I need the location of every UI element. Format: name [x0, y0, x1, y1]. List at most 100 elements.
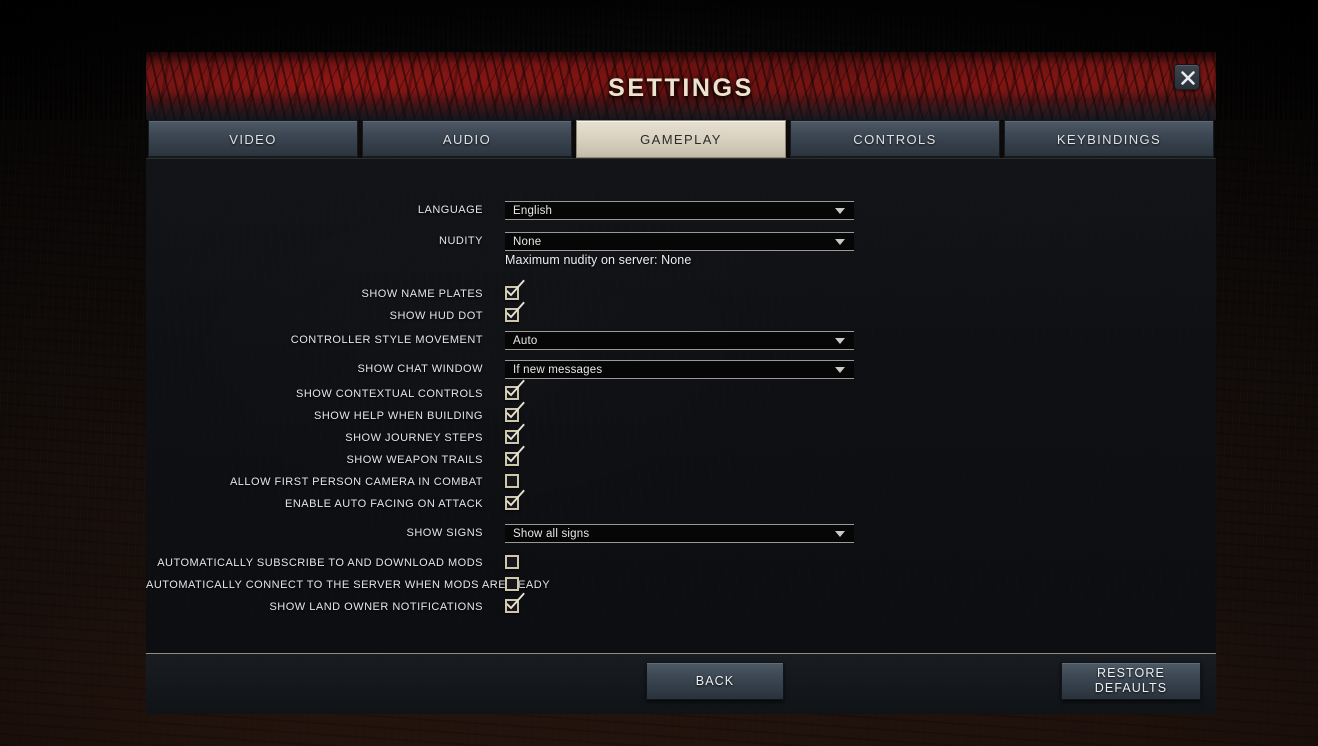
tab-keybindings[interactable]: KEYBINDINGS [1004, 120, 1214, 158]
settings-list: LANGUAGE English NUDITY None Maximum nud… [146, 159, 1216, 616]
dropdown-nudity-value: None [513, 235, 542, 248]
control-controller-style-movement: Auto [505, 331, 854, 350]
close-button[interactable] [1174, 64, 1200, 90]
restore-defaults-label-line2: DEFAULTS [1094, 681, 1168, 695]
chevron-down-icon [835, 338, 845, 344]
control-enable-auto-facing [505, 489, 525, 510]
tab-audio[interactable]: AUDIO [362, 120, 572, 158]
label-nudity: NUDITY [439, 235, 483, 247]
chevron-down-icon [835, 208, 845, 214]
tab-gameplay[interactable]: GAMEPLAY [576, 120, 786, 158]
row-auto-connect-server: AUTOMATICALLY CONNECT TO THE SERVER WHEN… [146, 576, 1216, 594]
control-auto-subscribe-mods [505, 554, 519, 569]
tab-video-label: VIDEO [229, 131, 277, 147]
label-show-hud-dot: SHOW HUD DOT [389, 310, 483, 322]
checkbox-enable-auto-facing[interactable] [505, 489, 525, 510]
restore-defaults-label-line1: RESTORE [1097, 666, 1165, 680]
label-language: LANGUAGE [417, 204, 483, 216]
checkbox-box [505, 555, 519, 569]
label-show-chat-window: SHOW CHAT WINDOW [357, 363, 483, 375]
label-show-land-owner-notifications: SHOW LAND OWNER NOTIFICATIONS [269, 601, 483, 613]
dropdown-language[interactable]: English [505, 201, 854, 220]
label-enable-auto-facing: ENABLE AUTO FACING ON ATTACK [285, 498, 483, 510]
check-icon [506, 379, 525, 397]
control-show-weapon-trails [505, 445, 525, 466]
label-show-weapon-trails: SHOW WEAPON TRAILS [346, 454, 483, 466]
tab-audio-label: AUDIO [442, 131, 492, 147]
row-show-journey-steps: SHOW JOURNEY STEPS [146, 423, 1216, 447]
row-show-name-plates: SHOW NAME PLATES [146, 279, 1216, 303]
label-allow-first-person-camera: ALLOW FIRST PERSON CAMERA IN COMBAT [229, 476, 483, 488]
control-show-name-plates [505, 279, 525, 300]
dropdown-show-chat-window-value: If new messages [513, 363, 603, 376]
control-show-contextual-controls [505, 379, 525, 400]
label-show-journey-steps: SHOW JOURNEY STEPS [345, 432, 483, 444]
check-icon [506, 423, 525, 441]
control-show-signs: Show all signs [505, 524, 854, 543]
checkbox-show-help-when-building[interactable] [505, 401, 525, 422]
settings-panel: LANGUAGE English NUDITY None Maximum nud… [146, 158, 1216, 653]
dropdown-nudity[interactable]: None [505, 232, 854, 251]
checkbox-show-hud-dot[interactable] [505, 301, 525, 322]
tab-video[interactable]: VIDEO [148, 120, 358, 158]
control-show-land-owner-notifications [505, 592, 525, 613]
dropdown-language-value: English [513, 204, 553, 217]
nudity-server-note: Maximum nudity on server: None [505, 253, 692, 267]
dialog-footer: BACK RESTORE DEFAULTS [146, 653, 1216, 714]
page-title: SETTINGS [608, 74, 754, 102]
close-icon [1181, 71, 1195, 85]
checkbox-show-weapon-trails[interactable] [505, 445, 525, 466]
row-show-help-when-building: SHOW HELP WHEN BUILDING [146, 401, 1216, 425]
dropdown-controller-style-value: Auto [513, 334, 538, 347]
chevron-down-icon [835, 367, 845, 373]
check-icon [506, 445, 525, 463]
checkbox-box [505, 474, 519, 488]
checkbox-box [505, 577, 519, 591]
checkbox-show-name-plates[interactable] [505, 279, 525, 300]
dropdown-show-signs[interactable]: Show all signs [505, 524, 854, 543]
label-show-name-plates: SHOW NAME PLATES [361, 288, 483, 300]
row-auto-subscribe-mods: AUTOMATICALLY SUBSCRIBE TO AND DOWNLOAD … [146, 554, 1216, 572]
row-show-contextual-controls: SHOW CONTEXTUAL CONTROLS [146, 379, 1216, 403]
checkbox-show-journey-steps[interactable] [505, 423, 525, 444]
tab-controls[interactable]: CONTROLS [790, 120, 1000, 158]
row-enable-auto-facing: ENABLE AUTO FACING ON ATTACK [146, 489, 1216, 513]
chevron-down-icon [835, 239, 845, 245]
row-controller-style-movement: CONTROLLER STYLE MOVEMENT Auto [146, 331, 1216, 350]
restore-defaults-button[interactable]: RESTORE DEFAULTS [1061, 662, 1201, 700]
control-show-journey-steps [505, 423, 525, 444]
control-show-help-when-building [505, 401, 525, 422]
row-show-signs: SHOW SIGNS Show all signs [146, 524, 1216, 543]
control-show-hud-dot [505, 301, 525, 322]
checkbox-allow-first-person-camera[interactable] [505, 474, 519, 488]
checkbox-auto-connect-server[interactable] [505, 577, 519, 591]
checkbox-auto-subscribe-mods[interactable] [505, 555, 519, 569]
control-show-chat-window: If new messages [505, 360, 854, 379]
chevron-down-icon [835, 531, 845, 537]
back-button[interactable]: BACK [646, 662, 784, 700]
check-icon [506, 401, 525, 419]
control-auto-connect-server [505, 576, 519, 591]
row-nudity-note: Maximum nudity on server: None [146, 252, 1216, 270]
row-nudity: NUDITY None [146, 232, 1216, 251]
tab-controls-label: CONTROLS [853, 131, 937, 147]
checkbox-show-land-owner-notifications[interactable] [505, 592, 525, 613]
dropdown-controller-style-movement[interactable]: Auto [505, 331, 854, 350]
settings-dialog: SETTINGS VIDEO AUDIO GAMEPLAY CONTROLS K… [146, 52, 1216, 714]
checkbox-show-contextual-controls[interactable] [505, 379, 525, 400]
control-nudity: None [505, 232, 854, 251]
row-show-land-owner-notifications: SHOW LAND OWNER NOTIFICATIONS [146, 592, 1216, 616]
check-icon [506, 592, 525, 610]
row-language: LANGUAGE English [146, 201, 1216, 220]
control-nudity-note: Maximum nudity on server: None [505, 252, 691, 268]
check-icon [506, 489, 525, 507]
row-show-chat-window: SHOW CHAT WINDOW If new messages [146, 360, 1216, 379]
label-show-signs: SHOW SIGNS [406, 527, 483, 539]
dropdown-show-chat-window[interactable]: If new messages [505, 360, 854, 379]
label-show-contextual-controls: SHOW CONTEXTUAL CONTROLS [296, 388, 483, 400]
control-language: English [505, 201, 854, 220]
check-icon [506, 279, 525, 297]
tab-keybindings-label: KEYBINDINGS [1056, 131, 1162, 147]
check-icon [506, 301, 525, 319]
label-controller-style-movement: CONTROLLER STYLE MOVEMENT [290, 334, 483, 346]
